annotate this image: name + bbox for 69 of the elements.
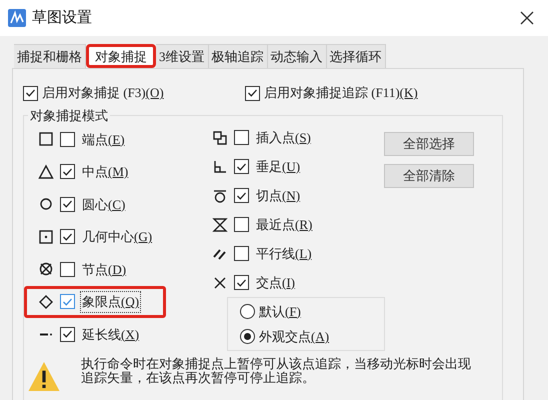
option-label: 端点(E)	[81, 130, 126, 149]
option-label: 节点(D)	[81, 260, 128, 279]
checkbox[interactable]	[60, 294, 75, 310]
radio-button[interactable]	[240, 304, 255, 319]
checkbox[interactable]	[60, 132, 75, 147]
centered-dot-square-icon	[38, 228, 54, 245]
checkbox[interactable]	[60, 164, 75, 180]
triangle-icon	[38, 164, 54, 180]
tangent-circle-icon	[212, 188, 228, 204]
cross-icon	[212, 274, 228, 290]
option-label: 垂足(U)	[255, 158, 302, 176]
action-button[interactable]: 全部选择	[384, 132, 474, 156]
tab[interactable]: 动态输入	[268, 44, 326, 68]
tab[interactable]: 3维设置	[156, 44, 208, 68]
option-label: 最近点(R)	[255, 216, 314, 234]
checkbox[interactable]	[234, 159, 249, 174]
checkbox[interactable]	[234, 275, 249, 290]
checkbox[interactable]	[234, 217, 249, 232]
option-label: 象限点(Q)	[81, 292, 140, 312]
option-label: 切点(N)	[255, 186, 302, 205]
overlapping-squares-icon	[212, 130, 228, 146]
hourglass-icon	[212, 216, 228, 232]
checkbox[interactable]	[234, 246, 249, 261]
checkmark-icon	[237, 192, 246, 200]
checkmark-icon	[63, 168, 72, 176]
option-label: 外观交点(A)	[258, 328, 330, 346]
checkmark-icon	[63, 330, 72, 338]
dash-dot-icon	[40, 332, 52, 336]
option-label: 圆心(C)	[81, 196, 126, 214]
app-logo-icon	[8, 9, 26, 27]
option-label: 默认(F)	[258, 302, 302, 321]
checkbox[interactable]	[60, 262, 75, 277]
hint-text: 执行命令时在对象捕捉点上暂停可从该点追踪，当移动光标时会出现追踪矢量，在该点再次暂停可停止追踪。	[81, 357, 472, 385]
crossed-circle-icon	[38, 261, 54, 278]
tab[interactable]: 捕捉和栅格	[14, 44, 86, 68]
option-label: 交点(I)	[255, 274, 296, 292]
checkbox[interactable]	[234, 130, 249, 145]
tab[interactable]: 极轴追踪	[208, 44, 268, 68]
checkmark-icon	[237, 278, 246, 286]
option-label: 中点(M)	[81, 163, 130, 181]
window-title: 草图设置	[32, 8, 92, 28]
option-label: 延长线(X)	[81, 326, 140, 344]
checkbox[interactable]	[245, 86, 260, 100]
checkmark-icon	[248, 89, 257, 97]
checkmark-icon	[63, 232, 72, 241]
option-label: 几何中心(G)	[81, 228, 154, 246]
checkmark-icon	[63, 200, 72, 208]
tab[interactable]: 对象捕捉	[86, 44, 156, 68]
checkbox[interactable]	[60, 229, 75, 244]
checkmark-icon	[26, 89, 35, 97]
option-label: 插入点(S)	[255, 128, 312, 147]
diamond-icon	[38, 294, 54, 310]
perpendicular-icon	[212, 158, 228, 174]
action-button[interactable]: 全部清除	[384, 164, 474, 188]
option-label: 平行线(L)	[255, 244, 313, 263]
checkbox[interactable]	[60, 196, 75, 212]
circle-icon	[38, 196, 54, 212]
checkbox[interactable]	[234, 188, 249, 203]
tab[interactable]: 选择循环	[326, 44, 386, 68]
checkbox[interactable]	[23, 86, 38, 100]
option-label: 启用对象捕捉 (F3)(O)	[41, 84, 165, 102]
square-icon	[38, 131, 54, 148]
checkbox[interactable]	[60, 326, 75, 342]
checkmark-icon	[63, 298, 72, 306]
radio-button[interactable]	[240, 329, 255, 344]
checkmark-icon	[237, 162, 246, 170]
close-icon[interactable]	[520, 11, 534, 25]
option-label: 启用对象捕捉追踪 (F11)(K)	[263, 84, 419, 102]
warning-icon	[27, 361, 61, 392]
